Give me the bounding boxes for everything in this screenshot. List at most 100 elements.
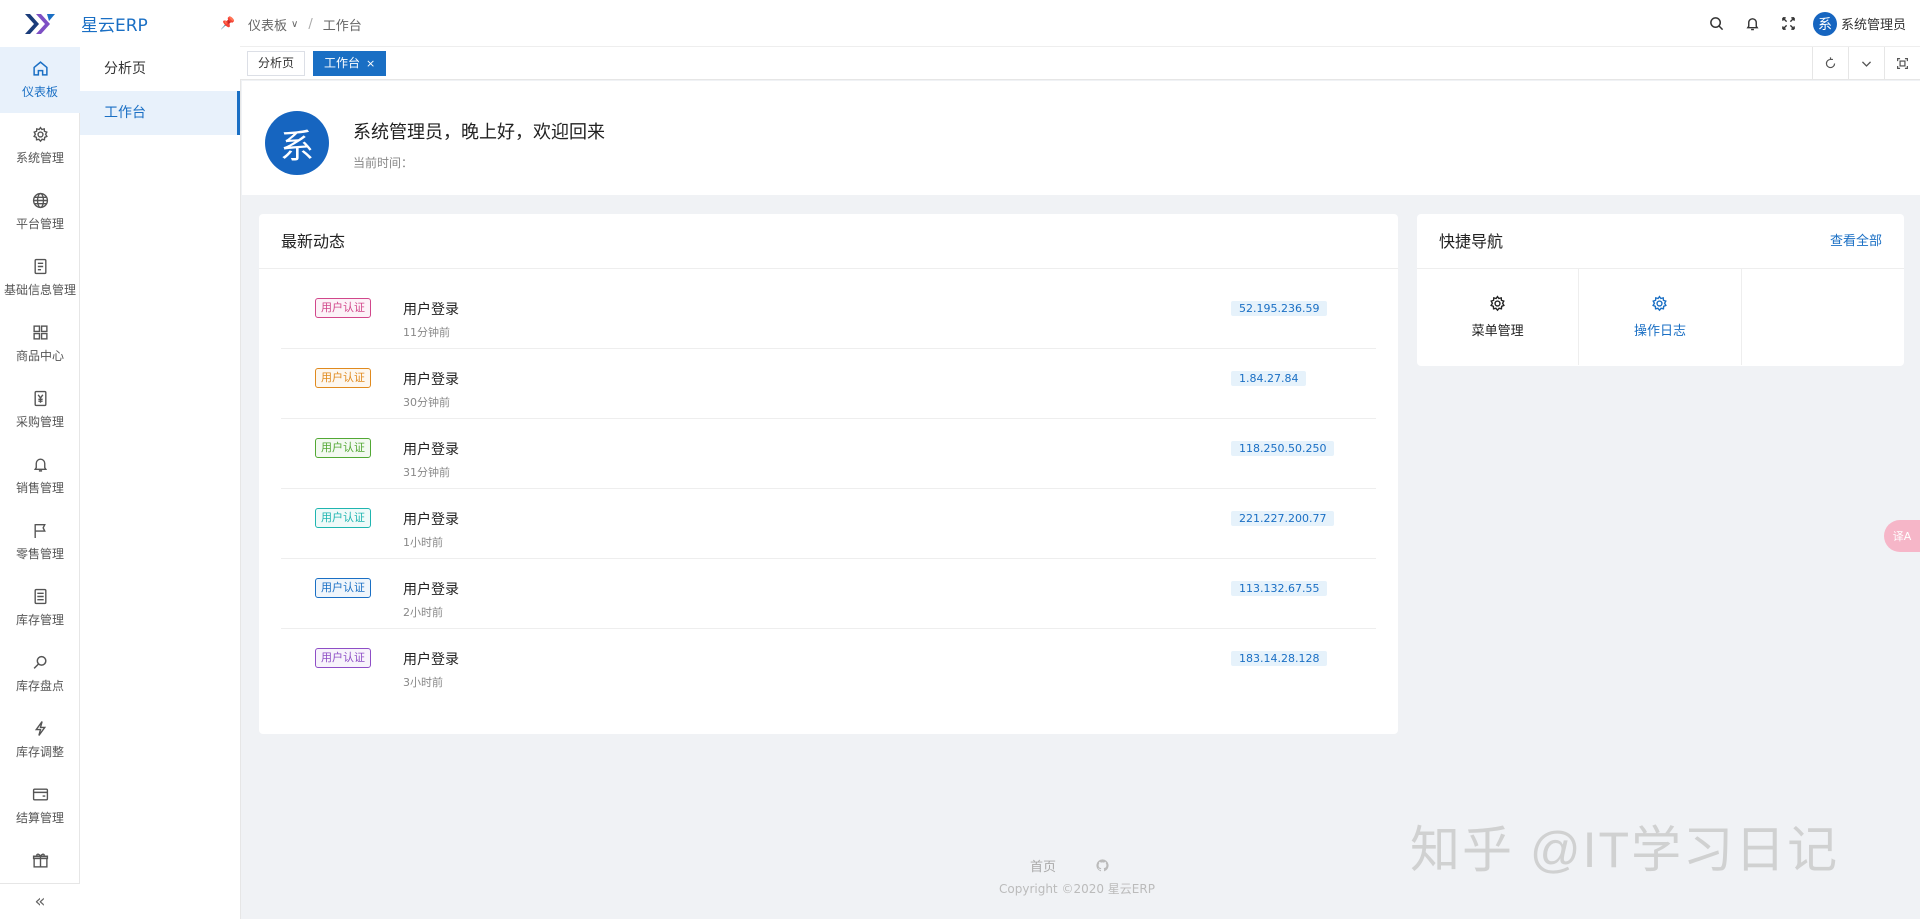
- card-title: 最新动态: [259, 214, 1398, 269]
- search-button[interactable]: [1699, 0, 1735, 47]
- rail-item-sales[interactable]: 销售管理: [0, 443, 80, 509]
- rail-item-system[interactable]: 系统管理: [0, 113, 80, 179]
- quick-nav-label: 菜单管理: [1471, 324, 1524, 339]
- activity-title: 用户登录: [403, 582, 459, 598]
- activity-time: 31分钟前: [403, 466, 450, 479]
- list-item: 用户认证 用户登录 30分钟前 1.84.27.84: [281, 349, 1376, 419]
- tab-menu-button[interactable]: [1848, 47, 1884, 79]
- tab-analysis[interactable]: 分析页: [247, 51, 306, 76]
- refresh-button[interactable]: [1812, 47, 1848, 79]
- user-name: 系统管理员: [1840, 18, 1906, 33]
- welcome-greeting: 系统管理员，晚上好，欢迎回来: [353, 122, 605, 143]
- list-box-icon: [33, 588, 47, 605]
- close-icon[interactable]: ×: [366, 57, 375, 70]
- notification-button[interactable]: [1735, 0, 1771, 47]
- rail-item-stocktake[interactable]: 库存盘点: [0, 641, 80, 707]
- view-all-link[interactable]: 查看全部: [1830, 214, 1882, 269]
- gear-icon: [1490, 295, 1506, 312]
- document-icon: [33, 258, 47, 275]
- rail-item-purchase[interactable]: 采购管理: [0, 377, 80, 443]
- status-badge: 用户认证: [315, 648, 371, 668]
- rail-item-platform[interactable]: 平台管理: [0, 179, 80, 245]
- quick-nav-title: 快捷导航: [1439, 232, 1504, 251]
- submenu-item-workbench[interactable]: 工作台: [80, 91, 240, 135]
- quick-nav-empty: [1742, 269, 1904, 365]
- github-icon[interactable]: [1096, 859, 1109, 872]
- activity-title: 用户登录: [403, 512, 459, 528]
- activity-title: 用户登录: [403, 652, 459, 668]
- user-menu[interactable]: 系 系统管理员: [1812, 11, 1906, 36]
- avatar: 系: [1812, 11, 1837, 36]
- tab-workbench[interactable]: 工作台 ×: [313, 51, 387, 76]
- card-title: 快捷导航 查看全部: [1417, 214, 1904, 269]
- footer-home-link[interactable]: 首页: [1030, 856, 1056, 875]
- rail-item-inventory[interactable]: 库存管理: [0, 575, 80, 641]
- activity-title: 用户登录: [403, 302, 459, 318]
- rail-item-retail[interactable]: 零售管理: [0, 509, 80, 575]
- search-icon: [33, 655, 47, 669]
- activity-time: 30分钟前: [403, 396, 450, 409]
- rail-item-label: 平台管理: [15, 217, 64, 231]
- activity-time: 11分钟前: [403, 326, 450, 339]
- rail-item-label: 采购管理: [15, 415, 64, 429]
- list-item: 用户认证 用户登录 1小时前 221.227.200.77: [281, 489, 1376, 559]
- ip-badge: 52.195.236.59: [1231, 301, 1328, 316]
- home-icon: [32, 61, 48, 76]
- brand-bar: 星云ERP 📌: [0, 0, 240, 47]
- avatar: 系: [265, 111, 329, 175]
- rail-item-stock-adjust[interactable]: 库存调整: [0, 707, 80, 773]
- submenu-item-analysis[interactable]: 分析页: [80, 47, 240, 91]
- rail-item-settlement[interactable]: 结算管理: [0, 773, 80, 839]
- gear-icon: [32, 126, 48, 143]
- lightning-icon: [34, 721, 46, 736]
- watermark: 知乎 @IT学习日记: [1410, 822, 1840, 878]
- submenu: 分析页 工作台: [80, 47, 241, 919]
- chevron-down-icon[interactable]: ∨: [291, 19, 298, 30]
- status-badge: 用户认证: [315, 368, 371, 388]
- list-item: 用户认证 用户登录 31分钟前 118.250.50.250: [281, 419, 1376, 489]
- rail-item-label: 商品中心: [15, 349, 64, 363]
- flag-icon: [33, 523, 46, 538]
- chevron-down-icon: [1861, 60, 1872, 67]
- logo-icon: [25, 13, 55, 34]
- activity-time: 2小时前: [403, 606, 443, 619]
- tab-label: 分析页: [258, 56, 295, 70]
- copyright: Copyright ©2020 星云ERP: [999, 882, 1155, 896]
- activity-list: 用户认证 用户登录 11分钟前 52.195.236.59 用户认证 用户登录 …: [259, 269, 1398, 699]
- rail-item-label: 库存盘点: [15, 679, 64, 693]
- activity-card: 最新动态 用户认证 用户登录 11分钟前 52.195.236.59 用户认证 …: [259, 214, 1398, 734]
- list-item: 用户认证 用户登录 2小时前 113.132.67.55: [281, 559, 1376, 629]
- icon-rail: 仪表板 系统管理 平台管理 基础信息管理 商品中心 采购管理 销售管理 零售管理…: [0, 0, 80, 919]
- top-header: 仪表板 ∨ / 工作台 系 系统管理员: [240, 0, 1920, 47]
- quick-nav-menu-management[interactable]: 菜单管理: [1417, 269, 1580, 365]
- pin-icon[interactable]: 📌: [220, 16, 235, 30]
- rail-item-dashboard[interactable]: 仪表板: [0, 47, 80, 113]
- breadcrumb-item-dashboard[interactable]: 仪表板: [248, 15, 287, 34]
- footer-links: 首页: [1030, 856, 1109, 875]
- rail-item-label: 仪表板: [21, 85, 58, 99]
- status-badge: 用户认证: [315, 508, 371, 528]
- rail-item-label: 库存管理: [15, 613, 64, 627]
- quick-nav-operation-log[interactable]: 操作日志: [1579, 269, 1742, 365]
- list-item: 用户认证 用户登录 11分钟前 52.195.236.59: [281, 279, 1376, 349]
- ip-badge: 1.84.27.84: [1231, 371, 1307, 386]
- collapse-sidebar-icon[interactable]: «: [0, 883, 80, 919]
- rail-item-basic-info[interactable]: 基础信息管理: [0, 245, 80, 311]
- breadcrumb-separator: /: [308, 17, 313, 32]
- gear-icon: [1652, 295, 1668, 312]
- bell-icon: [33, 458, 47, 472]
- fullscreen-button[interactable]: [1771, 0, 1807, 47]
- maximize-button[interactable]: [1884, 47, 1920, 79]
- rail-item-more[interactable]: [0, 839, 80, 869]
- ip-badge: 221.227.200.77: [1231, 511, 1335, 526]
- translate-float-button[interactable]: 译A: [1884, 520, 1920, 552]
- ip-badge: 118.250.50.250: [1231, 441, 1335, 456]
- rail-item-label: 系统管理: [15, 151, 64, 165]
- brand-name: 星云ERP: [81, 16, 148, 36]
- activity-title: 用户登录: [403, 372, 459, 388]
- header-actions: 系 系统管理员: [1699, 0, 1906, 47]
- rail-item-products[interactable]: 商品中心: [0, 311, 80, 377]
- breadcrumb-item-workbench: 工作台: [322, 19, 362, 34]
- rail-item-label: 基础信息管理: [3, 283, 76, 297]
- rail-item-label: 销售管理: [15, 481, 64, 495]
